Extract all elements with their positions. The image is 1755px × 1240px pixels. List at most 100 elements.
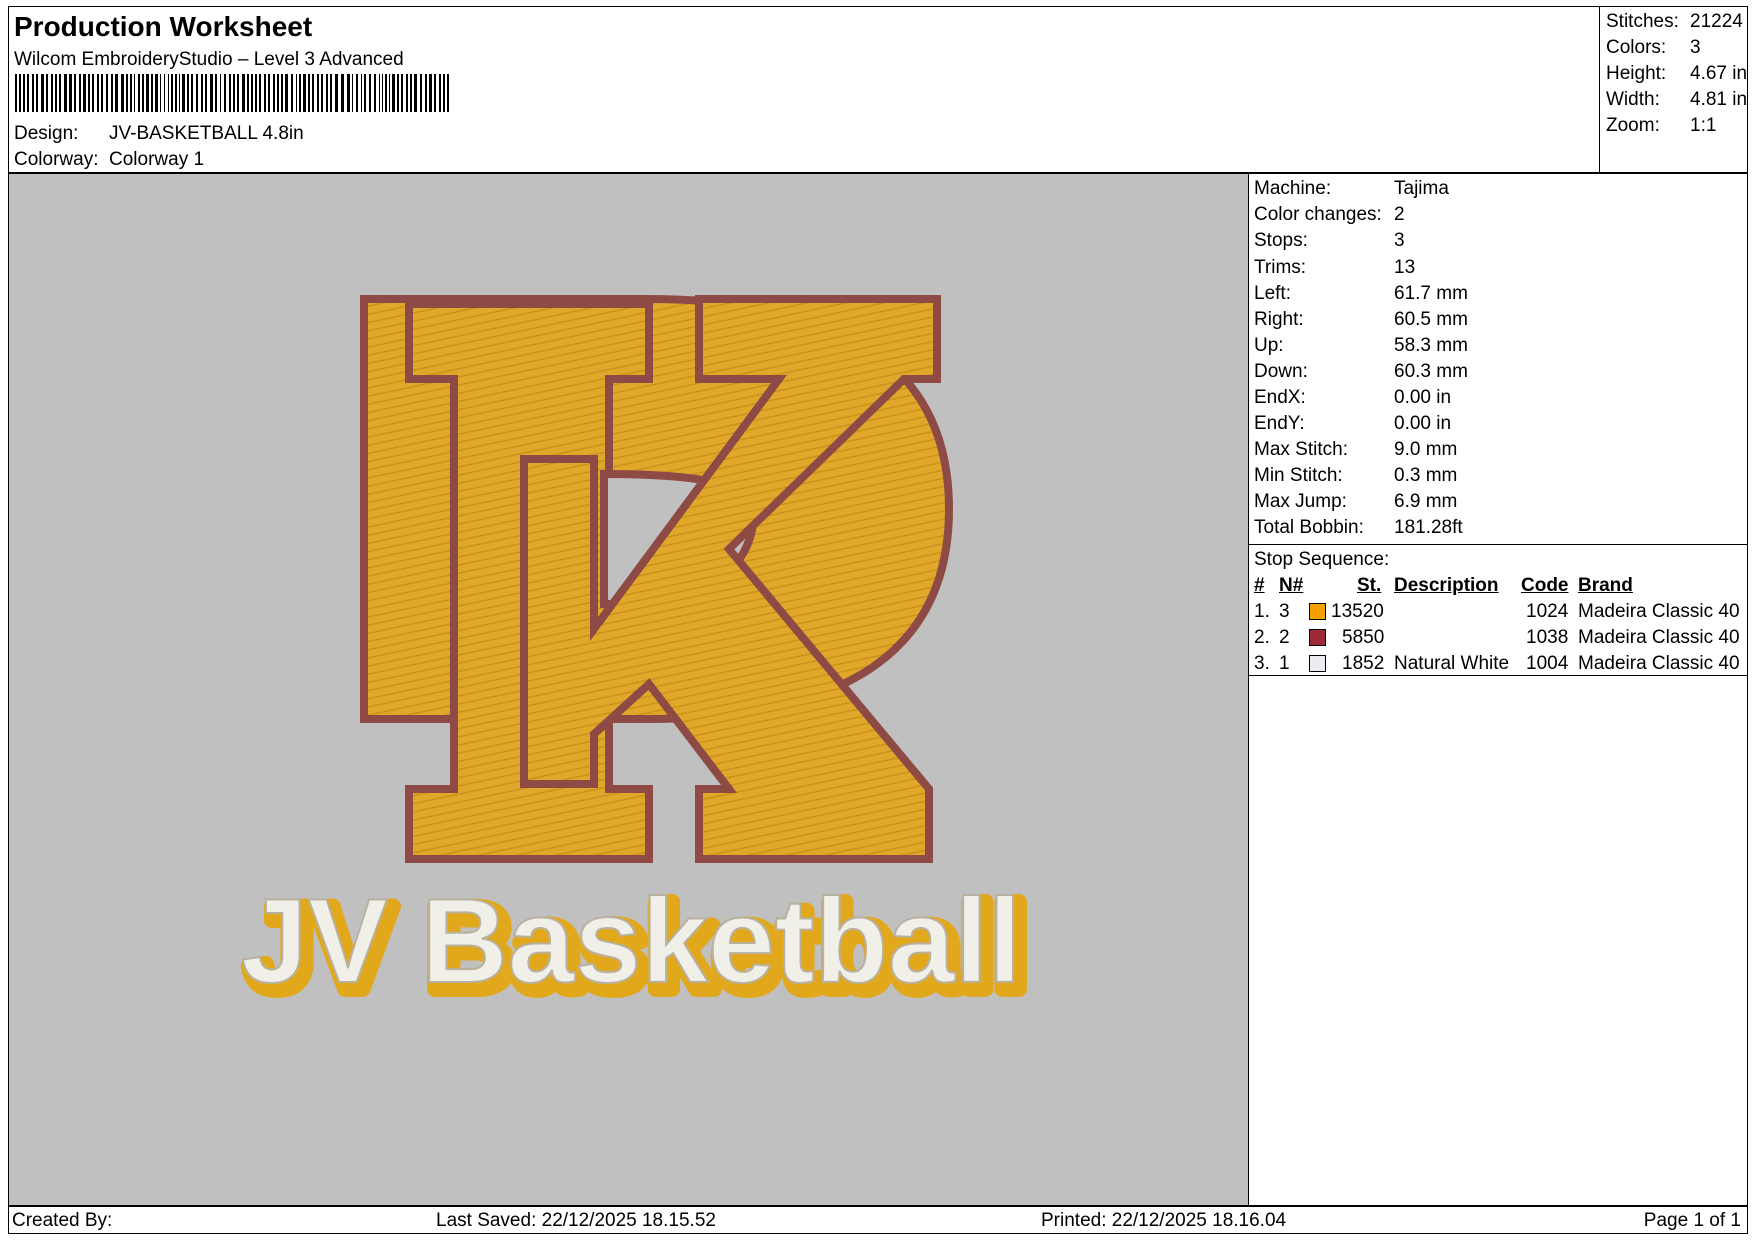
stat-label: Zoom: [1606, 115, 1660, 136]
stat-label: Height: [1606, 63, 1667, 84]
table-row: 2. 2 5850 1038 Madeira Classic 40 [1249, 627, 1747, 651]
info-value: 13 [1394, 257, 1416, 278]
stat-label: Stitches: [1606, 11, 1679, 32]
colorway-label: Colorway: [14, 149, 99, 170]
col-index: # [1254, 575, 1265, 596]
info-label: Left: [1254, 283, 1291, 304]
logo-wordmark: JV Basketball JV Basketball [239, 873, 1035, 1023]
row-needle: 2 [1279, 627, 1290, 648]
info-value: 60.3 mm [1394, 361, 1468, 382]
info-right: Right: 60.5 mm [1254, 309, 1468, 331]
colorway-value: Colorway 1 [109, 149, 205, 170]
col-brand: Brand [1578, 575, 1633, 596]
info-min-stitch: Min Stitch: 0.3 mm [1254, 465, 1457, 487]
info-max-jump: Max Jump: 6.9 mm [1254, 491, 1457, 513]
stat-value: 3 [1690, 37, 1701, 58]
info-stops: Stops: 3 [1254, 230, 1405, 252]
row-code: 1038 [1526, 627, 1569, 648]
info-trims: Trims: 13 [1254, 257, 1415, 279]
row-index: 3. [1254, 653, 1270, 674]
printed-date: Printed: 22/12/2025 18.16.04 [1041, 1210, 1287, 1231]
stat-zoom: Zoom: 1:1 [1606, 115, 1716, 137]
row-needle: 1 [1279, 653, 1290, 674]
row-stitches: 1852 [1342, 653, 1385, 674]
stat-label: Colors: [1606, 37, 1667, 58]
design-stats: Stitches: 21224 Colors: 3 Height: 4.67 in W… [1599, 7, 1750, 174]
software-name: Wilcom EmbroideryStudio – Level 3 Advanc… [14, 49, 404, 70]
design-preview: JV Basketball JV Basketball [8, 173, 1249, 1206]
info-label: Color changes: [1254, 204, 1382, 225]
info-label: Right: [1254, 309, 1304, 330]
info-machine: Machine: Tajima [1254, 178, 1449, 200]
info-value: 58.3 mm [1394, 335, 1468, 356]
table-row: 3. 1 1852 Natural White 1004 Madeira Cla… [1249, 653, 1747, 677]
last-saved: Last Saved: 22/12/2025 18.15.52 [436, 1210, 716, 1231]
stat-colors: Colors: 3 [1606, 37, 1701, 59]
info-label: Down: [1254, 361, 1308, 382]
info-label: EndY: [1254, 413, 1305, 434]
stop-sequence: Stop Sequence: # N# St. Description Code… [1249, 544, 1747, 676]
info-value: 2 [1394, 204, 1405, 225]
info-total-bobbin: Total Bobbin: 181.28ft [1254, 517, 1463, 539]
stat-stitches: Stitches: 21224 [1606, 11, 1743, 33]
info-value: 6.9 mm [1394, 491, 1458, 512]
stat-value: 1:1 [1690, 115, 1717, 136]
machine-info-panel: Machine: Tajima Color changes: 2 Stops: 3 T… [1248, 173, 1748, 1206]
info-label: Up: [1254, 335, 1284, 356]
row-brand: Madeira Classic 40 [1578, 601, 1740, 622]
worksheet-title: Production Worksheet [14, 11, 313, 42]
stop-sequence-heading: Stop Sequence: [1254, 549, 1390, 570]
info-value: 9.0 mm [1394, 439, 1458, 460]
created-by: Created By: [12, 1210, 113, 1231]
info-down: Down: 60.3 mm [1254, 361, 1468, 383]
row-index: 1. [1254, 601, 1270, 622]
col-stitches: St. [1357, 575, 1382, 596]
design-label: Design: [14, 123, 79, 144]
row-description: Natural White [1394, 653, 1510, 674]
info-label: Total Bobbin: [1254, 517, 1364, 538]
design-value: JV-BASKETBALL 4.8in [109, 123, 304, 144]
info-value: 0.3 mm [1394, 465, 1458, 486]
stat-value: 4.67 in [1690, 63, 1748, 84]
info-label: Stops: [1254, 230, 1308, 251]
info-left: Left: 61.7 mm [1254, 283, 1468, 305]
info-color-changes: Color changes: 2 [1254, 204, 1405, 226]
info-value: 181.28ft [1394, 517, 1463, 538]
info-value: 60.5 mm [1394, 309, 1468, 330]
info-label: Min Stitch: [1254, 465, 1343, 486]
row-brand: Madeira Classic 40 [1578, 653, 1740, 674]
info-value: 0.00 in [1394, 387, 1452, 408]
info-label: Max Jump: [1254, 491, 1347, 512]
row-code: 1004 [1526, 653, 1569, 674]
info-value: 61.7 mm [1394, 283, 1468, 304]
info-label: Trims: [1254, 257, 1307, 278]
design-name-row: Design: JV-BASKETBALL 4.8in [14, 123, 304, 145]
stat-height: Height: 4.67 in [1606, 63, 1747, 85]
info-value: Tajima [1394, 178, 1449, 199]
embroidery-logo: JV Basketball JV Basketball [239, 295, 1035, 1023]
row-brand: Madeira Classic 40 [1578, 627, 1740, 648]
color-swatch [1309, 603, 1326, 620]
info-up: Up: 58.3 mm [1254, 335, 1468, 357]
row-stitches: 13520 [1331, 601, 1384, 622]
col-needle: N# [1279, 575, 1304, 596]
info-value: 0.00 in [1394, 413, 1452, 434]
wordmark-text: JV Basketball [241, 874, 1021, 1008]
info-endy: EndY: 0.00 in [1254, 413, 1451, 435]
barcode [15, 74, 449, 112]
info-value: 3 [1394, 230, 1405, 251]
table-row: 1. 3 13520 1024 Madeira Classic 40 [1249, 601, 1747, 625]
row-needle: 3 [1279, 601, 1290, 622]
stat-value: 21224 [1690, 11, 1743, 32]
worksheet-header: Production Worksheet Wilcom EmbroiderySt… [8, 6, 1750, 174]
stat-width: Width: 4.81 in [1606, 89, 1747, 111]
col-code: Code [1521, 575, 1569, 596]
worksheet-footer: Created By: Last Saved: 22/12/2025 18.15… [8, 1206, 1748, 1234]
colorway-row: Colorway: Colorway 1 [14, 149, 204, 171]
info-label: EndX: [1254, 387, 1306, 408]
page-number: Page 1 of 1 [1643, 1210, 1741, 1231]
color-swatch [1309, 655, 1326, 672]
info-endx: EndX: 0.00 in [1254, 387, 1451, 409]
color-swatch [1309, 629, 1326, 646]
info-label: Machine: [1254, 178, 1332, 199]
